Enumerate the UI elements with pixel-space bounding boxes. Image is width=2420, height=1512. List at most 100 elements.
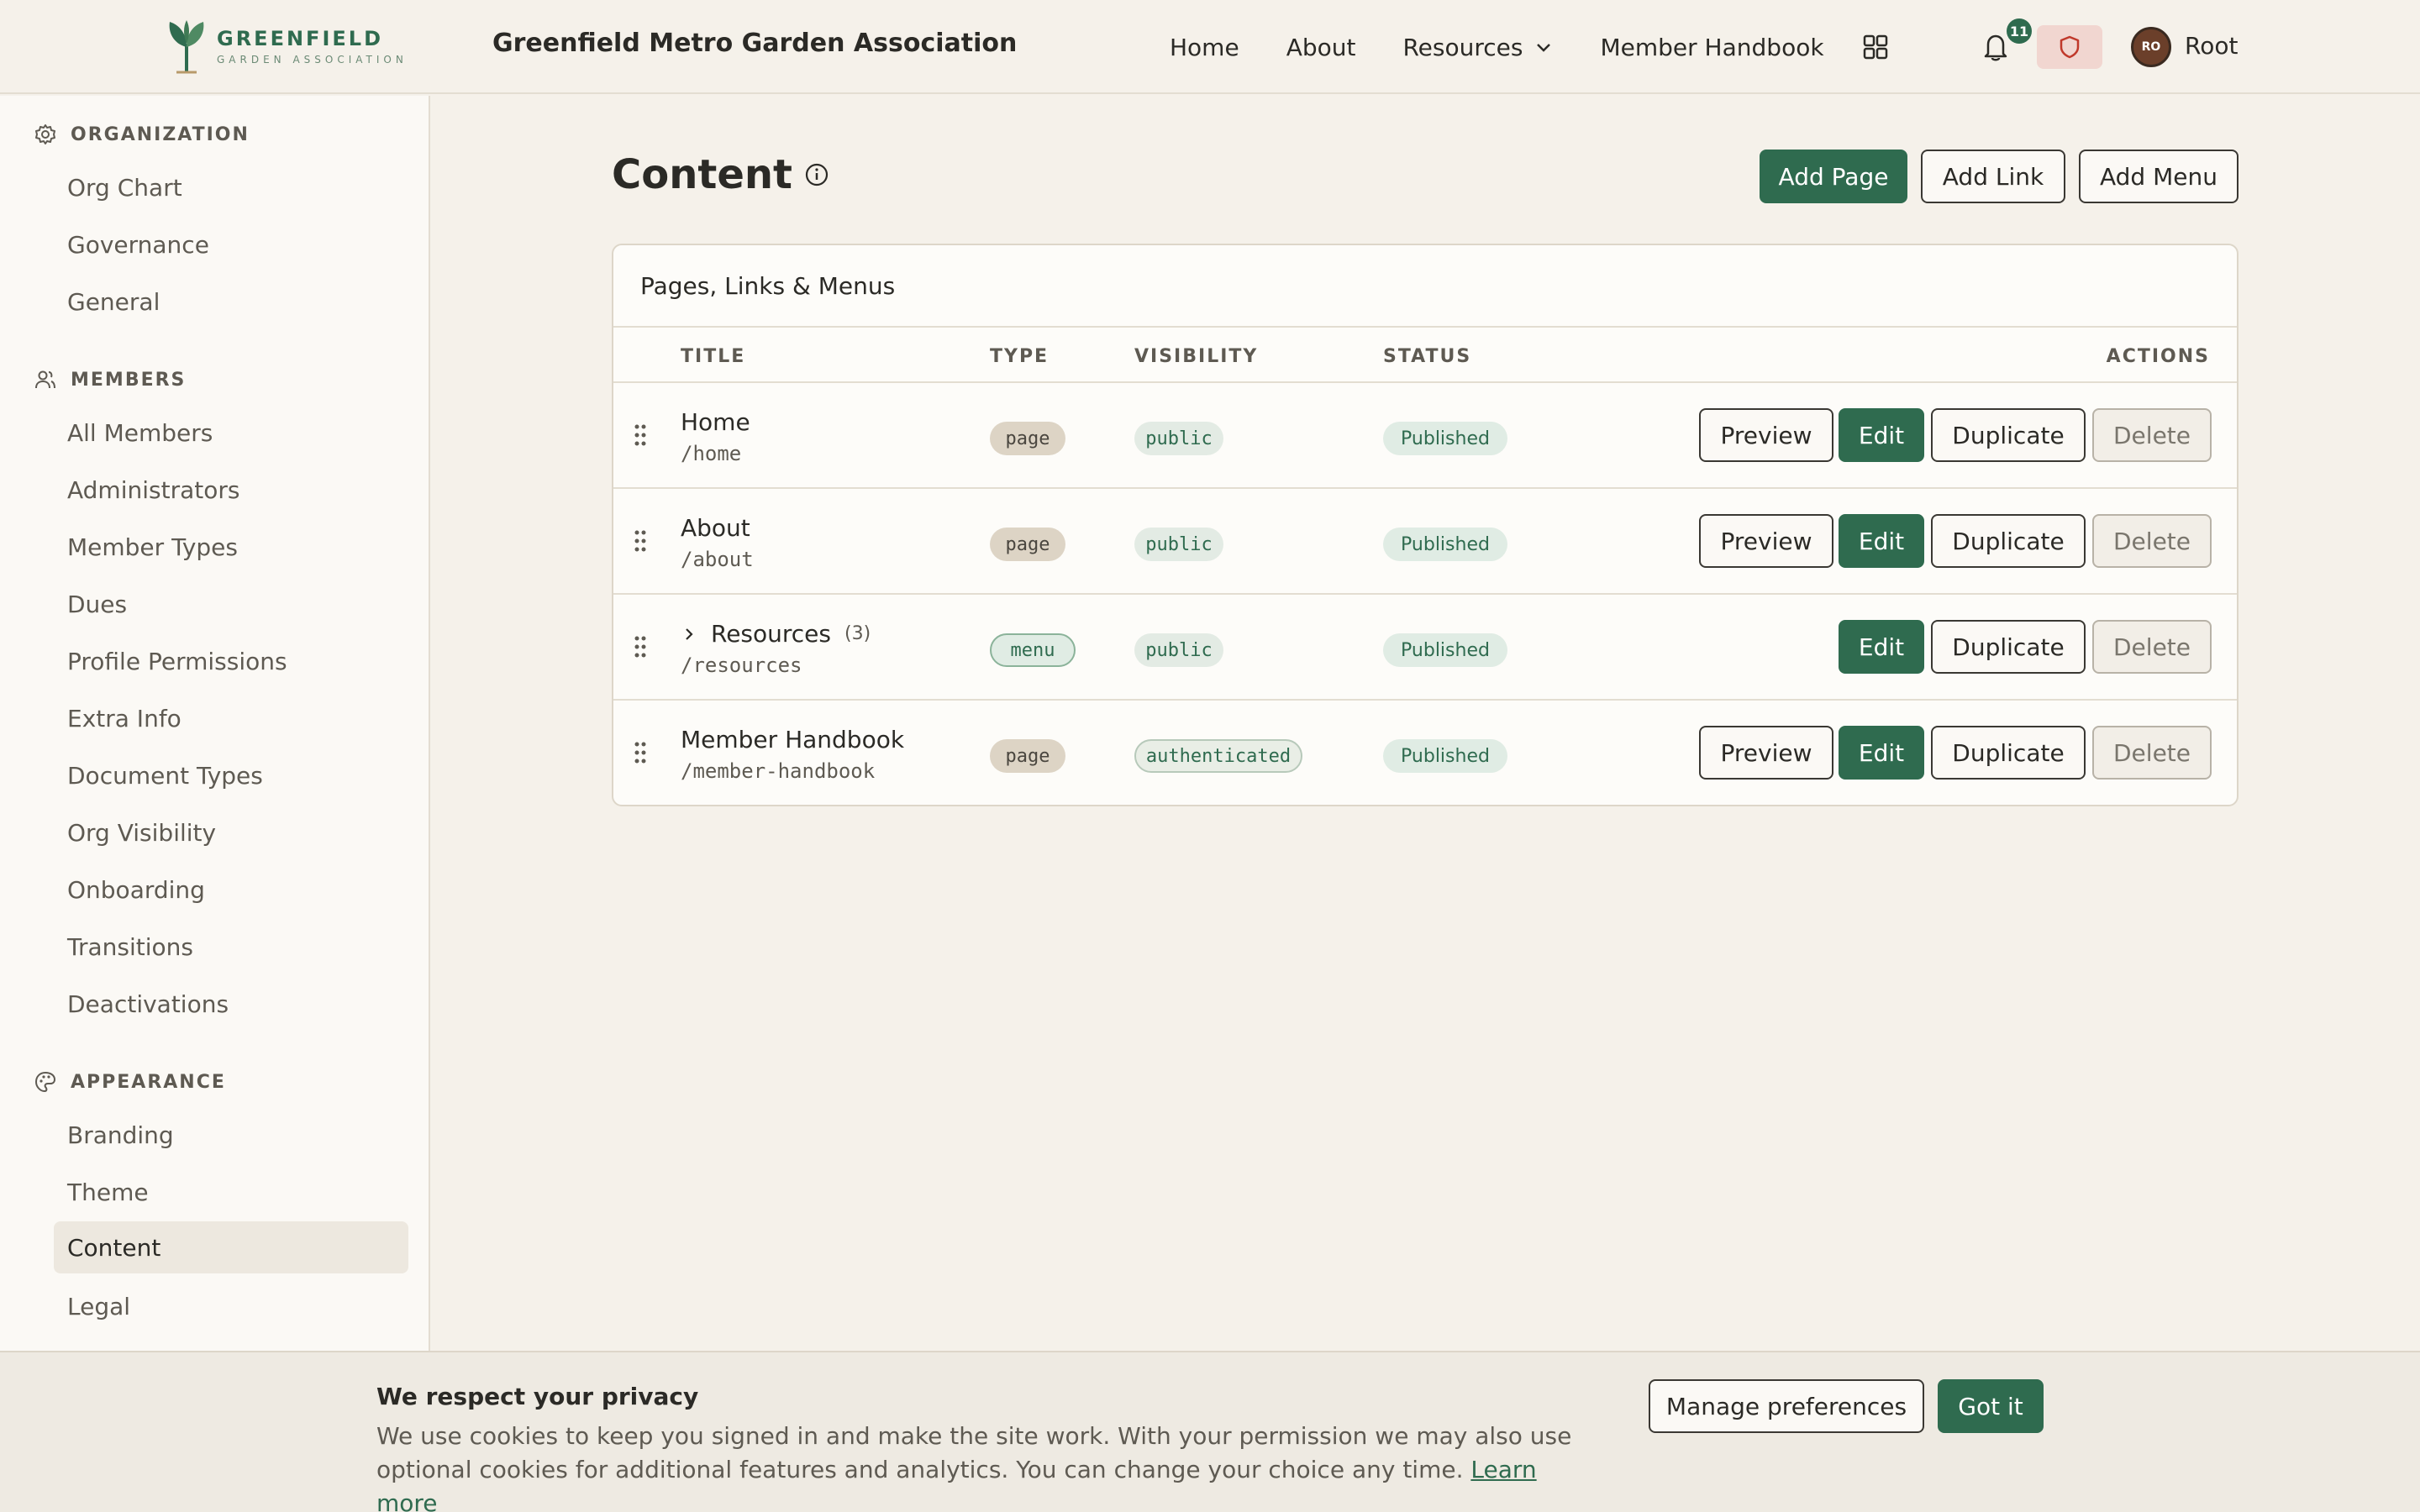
sidebar-item-org-chart[interactable]: Org Chart <box>54 161 408 213</box>
row-path: /member-handbook <box>681 759 876 783</box>
sidebar-section-label: ORGANIZATION <box>71 123 250 145</box>
row-title: Member Handbook <box>681 726 905 753</box>
sidebar-item-dues[interactable]: Dues <box>54 578 408 630</box>
cookie-title: We respect your privacy <box>376 1383 699 1410</box>
manage-preferences-button[interactable]: Manage preferences <box>1649 1379 1924 1433</box>
preview-button[interactable]: Preview <box>1699 408 1833 462</box>
sidebar: ORGANIZATION Org Chart Governance Genera… <box>0 96 430 1351</box>
row-title: Resources <box>711 620 831 648</box>
row-child-count: (3) <box>844 623 871 644</box>
edit-button[interactable]: Edit <box>1839 620 1924 674</box>
sidebar-section-label: MEMBERS <box>71 369 187 391</box>
page-title: Content <box>612 151 829 198</box>
table-row: Member Handbook /member-handbook page au… <box>613 701 2237 805</box>
org-title: Greenfield Metro Garden Association <box>492 29 1018 58</box>
top-bar: GREENFIELD GARDEN ASSOCIATION Greenfield… <box>0 0 2420 94</box>
bell-icon[interactable] <box>1981 32 2010 62</box>
drag-handle-icon[interactable] <box>634 635 647 659</box>
logo-sub-text: GARDEN ASSOCIATION <box>217 54 408 66</box>
cookie-banner: We respect your privacy We use cookies t… <box>0 1351 2420 1512</box>
page-title-text: Content <box>612 151 792 198</box>
delete-button[interactable]: Delete <box>2092 514 2212 568</box>
sidebar-item-transitions[interactable]: Transitions <box>54 921 408 973</box>
type-badge: page <box>990 739 1065 773</box>
sidebar-item-onboarding[interactable]: Onboarding <box>54 864 408 916</box>
column-visibility: VISIBILITY <box>1134 346 1259 367</box>
visibility-badge: public <box>1134 422 1223 455</box>
edit-button[interactable]: Edit <box>1839 408 1924 462</box>
sidebar-item-all-members[interactable]: All Members <box>54 407 408 459</box>
column-status: STATUS <box>1383 346 1472 367</box>
notification-badge: 11 <box>2007 18 2032 44</box>
sidebar-item-governance[interactable]: Governance <box>54 218 408 270</box>
status-badge: Published <box>1383 422 1507 455</box>
preview-button[interactable]: Preview <box>1699 726 1833 780</box>
sprout-logo-icon <box>169 20 204 74</box>
admin-shield-button[interactable] <box>2037 25 2102 69</box>
edit-button[interactable]: Edit <box>1839 514 1924 568</box>
row-title-group: Resources (3) <box>681 620 871 648</box>
column-type: TYPE <box>990 346 1050 367</box>
visibility-badge: authenticated <box>1134 739 1302 773</box>
column-title: TITLE <box>681 346 746 367</box>
sidebar-item-theme[interactable]: Theme <box>54 1166 408 1218</box>
drag-handle-icon[interactable] <box>634 741 647 764</box>
sidebar-item-legal[interactable]: Legal <box>54 1280 408 1332</box>
nav-resources[interactable]: Resources <box>1402 34 1553 61</box>
sidebar-item-administrators[interactable]: Administrators <box>54 464 408 516</box>
cookie-text-block: We use cookies to keep you signed in and… <box>376 1420 1586 1512</box>
type-badge: menu <box>990 633 1076 667</box>
cookie-text: We use cookies to keep you signed in and… <box>376 1422 1572 1483</box>
logo[interactable]: GREENFIELD GARDEN ASSOCIATION <box>165 17 408 76</box>
delete-button[interactable]: Delete <box>2092 408 2212 462</box>
duplicate-button[interactable]: Duplicate <box>1931 514 2086 568</box>
duplicate-button[interactable]: Duplicate <box>1931 726 2086 780</box>
duplicate-button[interactable]: Duplicate <box>1931 620 2086 674</box>
sidebar-item-member-types[interactable]: Member Types <box>54 521 408 573</box>
type-badge: page <box>990 528 1065 561</box>
avatar[interactable]: RO <box>2131 27 2171 67</box>
drag-handle-icon[interactable] <box>634 423 647 447</box>
sidebar-item-general[interactable]: General <box>54 276 408 328</box>
sidebar-item-deactivations[interactable]: Deactivations <box>54 978 408 1030</box>
sidebar-item-extra-info[interactable]: Extra Info <box>54 692 408 744</box>
accept-cookies-button[interactable]: Got it <box>1938 1379 2044 1433</box>
delete-button[interactable]: Delete <box>2092 620 2212 674</box>
table-header: TITLE TYPE VISIBILITY STATUS ACTIONS <box>613 328 2237 383</box>
info-icon[interactable] <box>804 162 829 187</box>
preview-button[interactable]: Preview <box>1699 514 1833 568</box>
sidebar-item-org-visibility[interactable]: Org Visibility <box>54 806 408 858</box>
nav-about[interactable]: About <box>1286 34 1356 61</box>
duplicate-button[interactable]: Duplicate <box>1931 408 2086 462</box>
status-badge: Published <box>1383 528 1507 561</box>
sidebar-item-content[interactable]: Content <box>54 1221 408 1273</box>
add-menu-button[interactable]: Add Menu <box>2079 150 2238 203</box>
row-title: About <box>681 514 750 542</box>
row-path: /resources <box>681 654 802 677</box>
visibility-badge: public <box>1134 528 1223 561</box>
visibility-badge: public <box>1134 633 1223 667</box>
add-page-button[interactable]: Add Page <box>1760 150 1907 203</box>
table-row: About /about page public Published Previ… <box>613 489 2237 595</box>
add-link-button[interactable]: Add Link <box>1921 150 2065 203</box>
grid-icon[interactable] <box>1862 34 1889 60</box>
edit-button[interactable]: Edit <box>1839 726 1924 780</box>
sidebar-item-profile-permissions[interactable]: Profile Permissions <box>54 635 408 687</box>
sidebar-item-document-types[interactable]: Document Types <box>54 749 408 801</box>
sidebar-section-label: APPEARANCE <box>71 1071 226 1093</box>
nav-member-handbook[interactable]: Member Handbook <box>1600 34 1823 61</box>
nav-resources-label: Resources <box>1402 33 1523 61</box>
logo-main-text: GREENFIELD <box>217 27 383 50</box>
sidebar-section-members: MEMBERS <box>34 368 186 391</box>
drag-handle-icon[interactable] <box>634 529 647 553</box>
delete-button[interactable]: Delete <box>2092 726 2212 780</box>
table-row: Home /home page public Published Preview… <box>613 383 2237 489</box>
sidebar-item-branding[interactable]: Branding <box>54 1109 408 1161</box>
nav-home[interactable]: Home <box>1170 34 1239 61</box>
chevron-down-icon <box>1537 44 1551 52</box>
chevron-right-icon[interactable] <box>681 626 697 643</box>
row-path: /home <box>681 442 742 465</box>
column-actions: ACTIONS <box>2106 346 2210 367</box>
user-name[interactable]: Root <box>2185 32 2238 60</box>
status-badge: Published <box>1383 739 1507 773</box>
